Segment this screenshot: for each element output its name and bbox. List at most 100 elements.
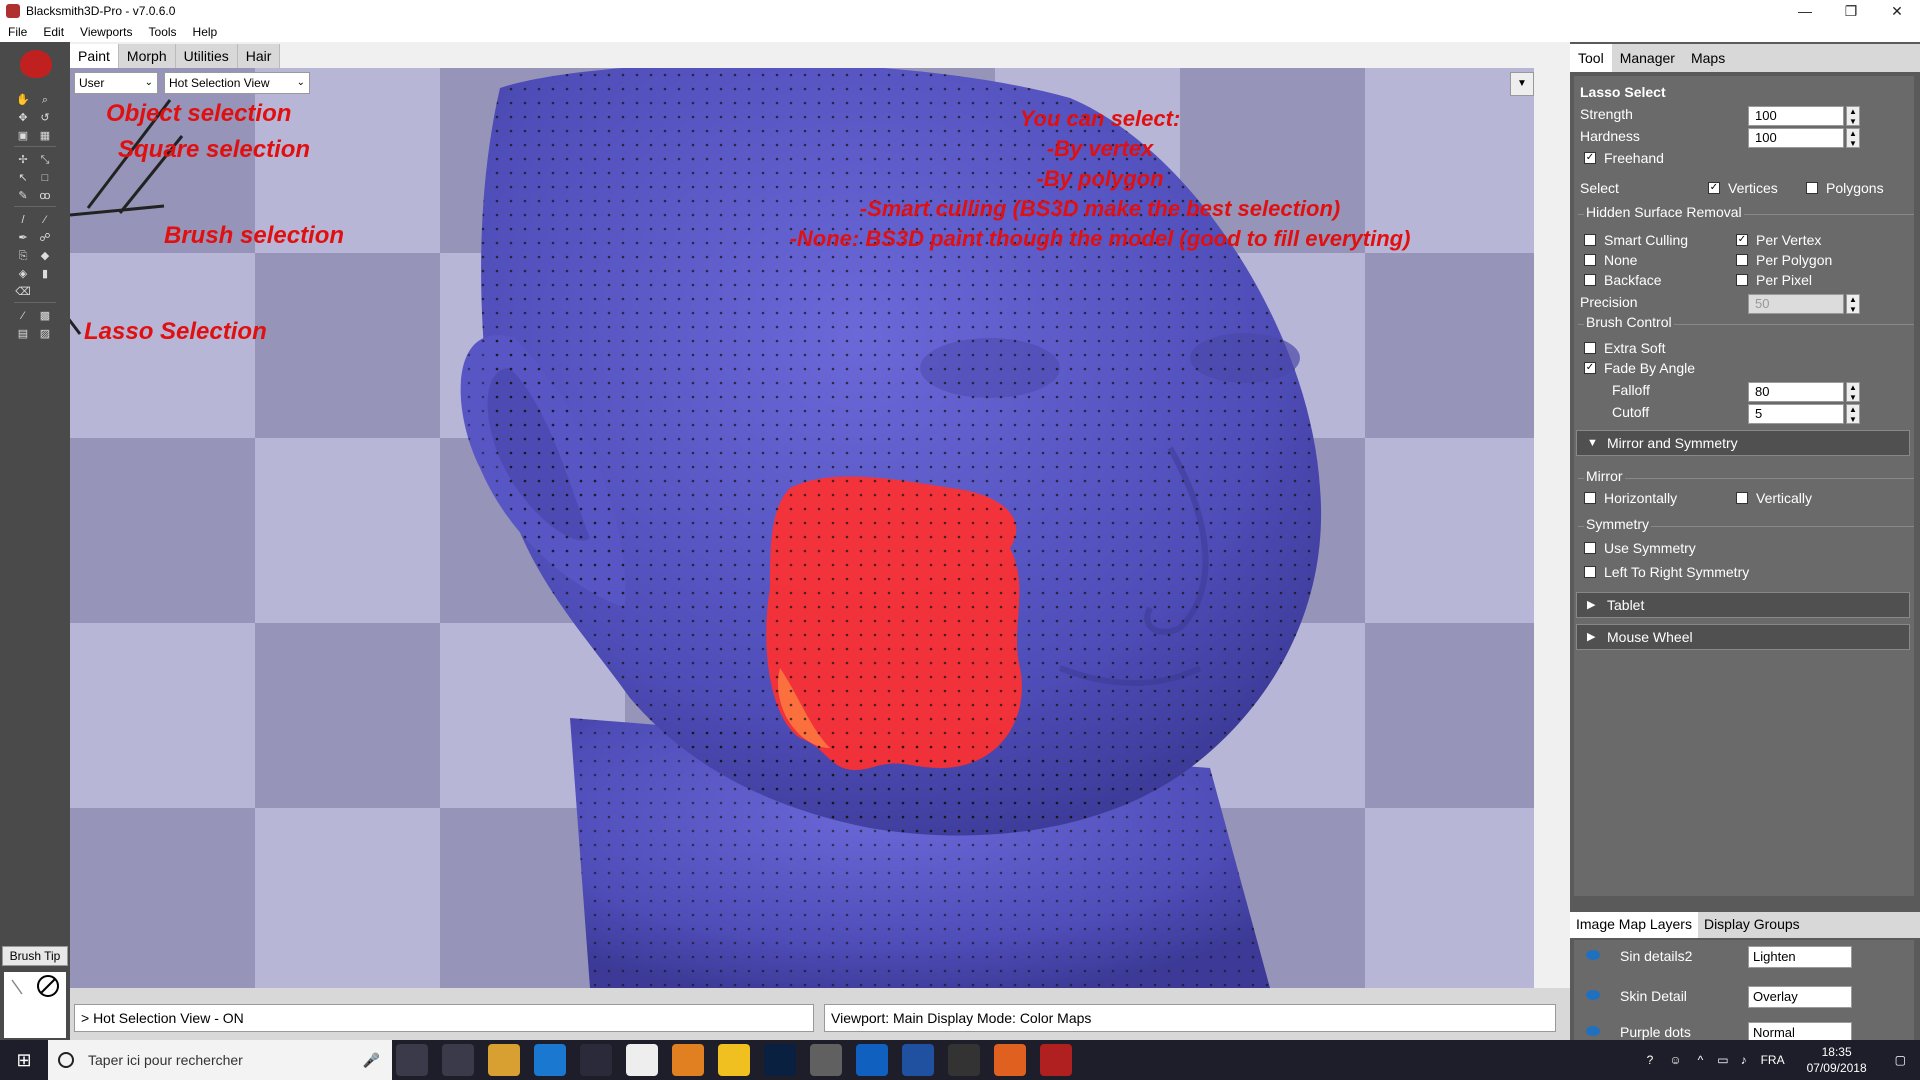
pattern-icon[interactable]: ▤ xyxy=(14,326,32,342)
clock[interactable]: 18:35 07/09/2018 xyxy=(1807,1044,1867,1076)
chevron-up-icon[interactable]: ^ xyxy=(1698,1053,1704,1067)
menu-help[interactable]: Help xyxy=(185,25,226,39)
checker-icon[interactable]: ▨ xyxy=(36,326,54,342)
eye-icon[interactable] xyxy=(1586,990,1600,1000)
rotate-tool-icon[interactable]: ✥ xyxy=(14,110,32,126)
photoshop-icon[interactable] xyxy=(764,1044,796,1076)
falloff-input[interactable]: 80 xyxy=(1748,382,1844,402)
ltr-symmetry-checkbox[interactable]: Left To Right Symmetry xyxy=(1584,564,1749,580)
office-icon[interactable] xyxy=(718,1044,750,1076)
volume-icon[interactable]: ♪ xyxy=(1741,1053,1747,1067)
backface-checkbox[interactable]: Backface xyxy=(1584,272,1662,288)
menu-viewports[interactable]: Viewports xyxy=(72,25,140,39)
tablet-header[interactable]: ▶ Tablet xyxy=(1576,592,1910,618)
file-explorer-icon[interactable] xyxy=(488,1044,520,1076)
per-pixel-checkbox[interactable]: Per Pixel xyxy=(1736,272,1812,288)
language-indicator[interactable]: FRA xyxy=(1761,1053,1785,1067)
help-icon[interactable]: ? xyxy=(1647,1053,1654,1067)
pan-tool-icon[interactable]: ✋ xyxy=(14,92,32,108)
cutoff-input[interactable]: 5 xyxy=(1748,404,1844,424)
tab-manager[interactable]: Manager xyxy=(1612,44,1683,72)
blend-mode-select[interactable]: Lighten xyxy=(1748,946,1852,968)
tab-utilities[interactable]: Utilities xyxy=(176,44,238,68)
microphone-icon[interactable]: 🎤 xyxy=(363,1052,380,1069)
main-viewport[interactable]: User ⌄ Hot Selection View ⌄ Object selec… xyxy=(70,68,1534,988)
vertically-checkbox[interactable]: Vertically xyxy=(1736,490,1812,506)
layer-row[interactable]: Skin Detail Overlay xyxy=(1574,984,1894,1014)
brush-tip-button[interactable]: Brush Tip xyxy=(2,946,68,966)
strength-spinner[interactable]: ▲ ▼ xyxy=(1846,106,1860,126)
view-dropdown[interactable]: Hot Selection View ⌄ xyxy=(164,72,310,94)
app-icon[interactable] xyxy=(626,1044,658,1076)
move-tool-icon[interactable]: ✢ xyxy=(14,152,32,168)
frame-tool-icon[interactable]: ▣ xyxy=(14,128,32,144)
menu-tools[interactable]: Tools xyxy=(141,25,185,39)
square-select-icon[interactable]: □ xyxy=(36,170,54,186)
tab-maps[interactable]: Maps xyxy=(1683,44,1733,72)
notifications-icon[interactable]: ▢ xyxy=(1895,1053,1906,1067)
tab-tool[interactable]: Tool xyxy=(1570,44,1612,72)
hardness-input[interactable]: 100 xyxy=(1748,128,1844,148)
horizontally-checkbox[interactable]: Horizontally xyxy=(1584,490,1677,506)
zoom-tool-icon[interactable]: ⌕ xyxy=(36,92,54,108)
tab-display-groups[interactable]: Display Groups xyxy=(1698,912,1806,938)
blacksmith3d-icon[interactable] xyxy=(1040,1044,1072,1076)
smart-culling-checkbox[interactable]: Smart Culling xyxy=(1584,232,1688,248)
tab-morph[interactable]: Morph xyxy=(119,44,176,68)
people-icon[interactable]: ☺ xyxy=(1669,1053,1681,1067)
smudge-icon[interactable]: ☍ xyxy=(36,230,54,246)
orbit-tool-icon[interactable]: ↺ xyxy=(36,110,54,126)
freehand-checkbox[interactable]: ✓ Freehand xyxy=(1584,150,1664,166)
mouse-wheel-header[interactable]: ▶ Mouse Wheel xyxy=(1576,624,1910,650)
none-checkbox[interactable]: None xyxy=(1584,252,1637,268)
scale-tool-icon[interactable]: ⤡ xyxy=(36,152,54,168)
brush-select-icon[interactable]: ✎ xyxy=(14,188,32,204)
eraser-icon[interactable]: ⌫ xyxy=(14,284,32,300)
falloff-spinner[interactable]: ▲ ▼ xyxy=(1846,382,1860,402)
app-pinned-icon[interactable] xyxy=(442,1044,474,1076)
taskbar-search[interactable]: Taper ici pour rechercher 🎤 xyxy=(48,1040,392,1080)
grid-tool-icon[interactable]: ▦ xyxy=(36,128,54,144)
paint-brush-icon[interactable]: / xyxy=(14,212,32,228)
tab-image-map-layers[interactable]: Image Map Layers xyxy=(1570,912,1698,938)
cutoff-spinner[interactable]: ▲ ▼ xyxy=(1846,404,1860,424)
blend-mode-select[interactable]: Normal xyxy=(1748,1022,1852,1040)
vertices-checkbox[interactable]: ✓ Vertices xyxy=(1708,180,1778,196)
user-dropdown[interactable]: User ⌄ xyxy=(74,72,158,94)
menu-file[interactable]: File xyxy=(0,25,35,39)
eyedropper-icon[interactable]: ⁄ xyxy=(14,308,32,324)
tab-paint[interactable]: Paint xyxy=(70,44,119,68)
close-button[interactable]: ✕ xyxy=(1874,0,1920,22)
fill-icon[interactable]: ◆ xyxy=(36,248,54,264)
store-icon[interactable] xyxy=(580,1044,612,1076)
minimize-button[interactable]: — xyxy=(1782,0,1828,22)
strength-input[interactable]: 100 xyxy=(1748,106,1844,126)
windows-start-icon[interactable]: ⊞ xyxy=(0,1040,48,1080)
viewport-menu-button[interactable]: ▼ xyxy=(1510,72,1534,96)
airbrush-icon[interactable]: ⁄ xyxy=(36,212,54,228)
clone-icon[interactable]: ⎘ xyxy=(14,248,32,264)
app-icon[interactable] xyxy=(902,1044,934,1076)
stamp-icon[interactable]: ◈ xyxy=(14,266,32,282)
tab-hair[interactable]: Hair xyxy=(238,44,281,68)
texture-icon[interactable]: ▩ xyxy=(36,308,54,324)
layer-row[interactable]: Purple dots Normal xyxy=(1574,1020,1894,1040)
nvidia-icon[interactable] xyxy=(810,1044,842,1076)
edge-icon[interactable] xyxy=(534,1044,566,1076)
app-icon[interactable] xyxy=(948,1044,980,1076)
per-polygon-checkbox[interactable]: Per Polygon xyxy=(1736,252,1832,268)
menu-edit[interactable]: Edit xyxy=(35,25,72,39)
bucket-icon[interactable]: ▮ xyxy=(36,266,54,282)
firefox-icon[interactable] xyxy=(994,1044,1026,1076)
eye-icon[interactable] xyxy=(1586,950,1600,960)
task-view-icon[interactable] xyxy=(396,1044,428,1076)
hardness-spinner[interactable]: ▲ ▼ xyxy=(1846,128,1860,148)
lasso-select-icon[interactable]: ꝏ xyxy=(36,188,54,204)
restore-button[interactable]: ❐ xyxy=(1828,0,1874,22)
extra-soft-checkbox[interactable]: Extra Soft xyxy=(1584,340,1665,356)
outlook-icon[interactable] xyxy=(856,1044,888,1076)
media-icon[interactable] xyxy=(672,1044,704,1076)
eye-icon[interactable] xyxy=(1586,1026,1600,1036)
use-symmetry-checkbox[interactable]: Use Symmetry xyxy=(1584,540,1696,556)
polygons-checkbox[interactable]: Polygons xyxy=(1806,180,1884,196)
